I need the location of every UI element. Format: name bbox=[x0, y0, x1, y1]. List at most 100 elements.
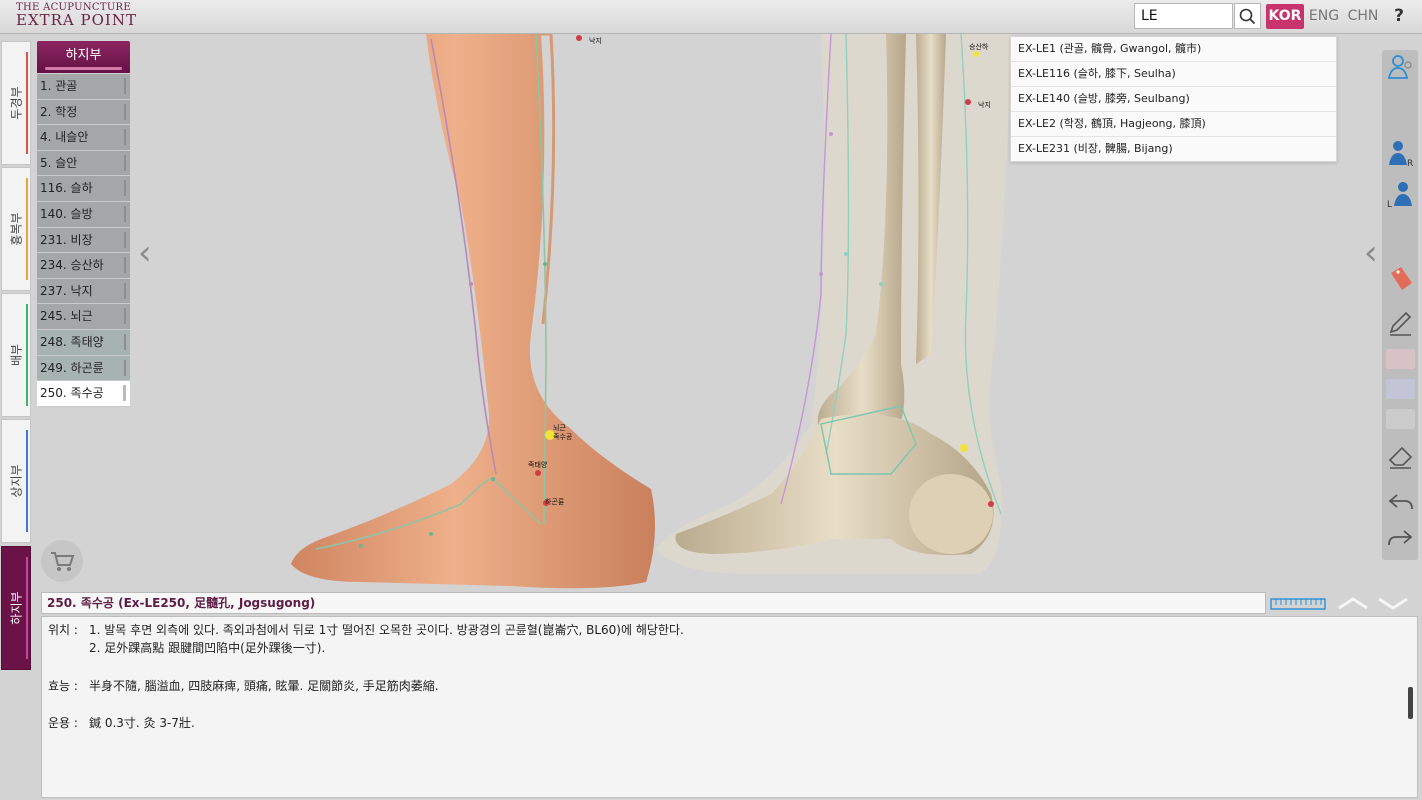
undo-icon bbox=[1388, 494, 1413, 510]
list-item[interactable]: 1. 관골 bbox=[37, 74, 130, 100]
list-scroll-thumb[interactable] bbox=[123, 385, 126, 402]
list-item-label: 5. 슬안 bbox=[40, 155, 78, 170]
list-item[interactable]: 2. 학정 bbox=[37, 99, 130, 126]
redo-icon bbox=[1388, 530, 1413, 546]
tab-back[interactable]: 배부 bbox=[1, 293, 31, 417]
color-swatch-pink[interactable] bbox=[1386, 349, 1415, 369]
lang-kor-button[interactable]: KOR bbox=[1266, 4, 1304, 29]
list-item[interactable]: 248. 족태양 bbox=[37, 329, 130, 356]
person-outline-icon bbox=[1387, 55, 1412, 79]
location-label: 위치 : bbox=[48, 623, 78, 637]
usage-text: 鍼 0.3寸. 灸 3-7壯. bbox=[89, 716, 195, 730]
prev-view-arrow[interactable]: ‹ bbox=[138, 236, 152, 270]
list-item-selected[interactable]: 250. 족수공 bbox=[37, 381, 130, 407]
pencil-button[interactable] bbox=[1385, 307, 1416, 338]
view-right-button[interactable]: R bbox=[1385, 137, 1416, 169]
list-item[interactable]: 234. 승산하 bbox=[37, 253, 130, 279]
tab-lower-limb[interactable]: 하지부 bbox=[1, 546, 31, 670]
list-item-label: 116. 슬하 bbox=[40, 181, 93, 196]
list-item-label: 2. 학정 bbox=[40, 104, 78, 119]
tag-button[interactable] bbox=[1385, 263, 1416, 294]
color-swatch-blue[interactable] bbox=[1386, 379, 1415, 399]
lang-eng-button[interactable]: ENG bbox=[1306, 4, 1342, 29]
list-item-label: 248. 족태양 bbox=[40, 334, 104, 349]
search-input[interactable] bbox=[1134, 3, 1233, 29]
list-item-divider bbox=[124, 231, 126, 248]
list-item-label: 245. 뇌근 bbox=[40, 309, 93, 324]
view-left-button[interactable]: L bbox=[1385, 178, 1416, 210]
figure-label: 낙지 bbox=[978, 100, 991, 109]
list-item-divider bbox=[124, 333, 126, 350]
tab-head-neck[interactable]: 두경부 bbox=[1, 41, 31, 165]
model-toggle-button[interactable] bbox=[1385, 52, 1416, 83]
list-item[interactable]: 140. 슬방 bbox=[37, 201, 130, 228]
search-button[interactable] bbox=[1234, 3, 1261, 29]
list-item-label: 234. 승산하 bbox=[40, 258, 104, 273]
help-button[interactable]: ? bbox=[1386, 4, 1412, 29]
cart-button[interactable] bbox=[41, 540, 83, 582]
undo-button[interactable] bbox=[1385, 487, 1416, 518]
list-item[interactable]: 231. 비장 bbox=[37, 227, 130, 254]
tab-upper-limb[interactable]: 상지부 bbox=[1, 419, 31, 543]
figure-label: 족태양 bbox=[528, 461, 548, 469]
svg-text:L: L bbox=[1387, 200, 1392, 209]
list-item-divider bbox=[124, 180, 126, 197]
tab-color-bar bbox=[26, 430, 28, 532]
list-item[interactable]: 116. 슬하 bbox=[37, 176, 130, 202]
tag-icon bbox=[1391, 267, 1412, 290]
ruler-icon bbox=[1270, 598, 1326, 610]
eraser-button[interactable] bbox=[1385, 440, 1416, 471]
redo-button[interactable] bbox=[1385, 523, 1416, 554]
right-toolbar bbox=[1382, 50, 1418, 560]
tab-label: 배부 bbox=[9, 343, 24, 367]
panel-expand-down-button[interactable] bbox=[1376, 594, 1410, 612]
search-result-item[interactable]: EX-LE116 (슬하, 膝下, Seulha) bbox=[1011, 62, 1336, 87]
lang-chn-button[interactable]: CHN bbox=[1344, 4, 1382, 29]
detail-scrollbar[interactable] bbox=[1408, 687, 1413, 719]
location-line-2: 2. 足外踝高點 跟腱間凹陷中(足外踝後一寸). bbox=[89, 641, 326, 655]
chevron-down-icon bbox=[1378, 597, 1408, 610]
list-item-divider bbox=[124, 129, 126, 146]
list-item-label: 4. 내슬안 bbox=[40, 130, 89, 145]
tab-label: 흉복부 bbox=[9, 212, 24, 246]
search-result-item[interactable]: EX-LE231 (비장, 髀腸, Bijang) bbox=[1011, 137, 1336, 161]
eraser-icon bbox=[1388, 446, 1413, 469]
app-logo: THE ACUPUNCTURE EXTRA POINT bbox=[16, 3, 137, 28]
header-underline bbox=[45, 67, 122, 70]
list-item[interactable]: 237. 낙지 bbox=[37, 278, 130, 305]
person-right-icon: R bbox=[1389, 141, 1413, 169]
list-item[interactable]: 249. 하곤륜 bbox=[37, 355, 130, 382]
search-icon bbox=[1239, 8, 1256, 25]
effect-label: 효능 : bbox=[48, 679, 78, 693]
tab-chest-abdomen[interactable]: 흉복부 bbox=[1, 167, 31, 291]
list-item-label: 250. 족수공 bbox=[40, 386, 104, 401]
search-result-item[interactable]: EX-LE2 (학정, 鶴頂, Hagjeong, 膝頂) bbox=[1011, 112, 1336, 137]
effect-row: 효능 : 半身不隨, 腦溢血, 四肢麻痺, 頭痛, 眩暈. 足關節炎, 手足筋肉萎… bbox=[48, 677, 439, 694]
list-item-label: 249. 하곤륜 bbox=[40, 360, 104, 375]
figure-label: 낙지 bbox=[589, 36, 602, 45]
skeleton-leg-model bbox=[656, 34, 1011, 574]
search-result-item[interactable]: EX-LE140 (슬방, 膝旁, Seulbang) bbox=[1011, 87, 1336, 112]
tab-color-bar bbox=[26, 304, 28, 406]
list-item[interactable]: 5. 슬안 bbox=[37, 150, 130, 177]
tab-label: 상지부 bbox=[9, 464, 24, 498]
list-item-divider bbox=[124, 257, 126, 274]
color-swatch-gray[interactable] bbox=[1386, 409, 1415, 429]
figure-label: 족수공 bbox=[553, 433, 573, 441]
tab-color-bar bbox=[26, 52, 28, 154]
list-item[interactable]: 245. 뇌근 bbox=[37, 304, 130, 330]
point-detail-title: 250. 족수공 (Ex-LE250, 足髓孔, Jogsugong) bbox=[41, 592, 1266, 614]
list-item-divider bbox=[124, 103, 126, 120]
tab-label: 하지부 bbox=[9, 591, 24, 625]
search-result-item[interactable]: EX-LE1 (관골, 髖骨, Gwangol, 髖市) bbox=[1011, 37, 1336, 62]
logo-line2: EXTRA POINT bbox=[16, 11, 137, 29]
figure-label: 승산하 bbox=[969, 42, 989, 51]
next-view-arrow[interactable]: ‹ bbox=[1364, 236, 1378, 270]
panel-collapse-up-button[interactable] bbox=[1336, 594, 1370, 612]
list-item-divider bbox=[124, 359, 126, 376]
font-size-ruler[interactable] bbox=[1270, 596, 1326, 610]
list-item[interactable]: 4. 내슬안 bbox=[37, 125, 130, 151]
person-left-icon: L bbox=[1387, 182, 1412, 210]
chevron-up-icon bbox=[1338, 597, 1368, 610]
figure-label: 하곤륜 bbox=[545, 497, 565, 506]
